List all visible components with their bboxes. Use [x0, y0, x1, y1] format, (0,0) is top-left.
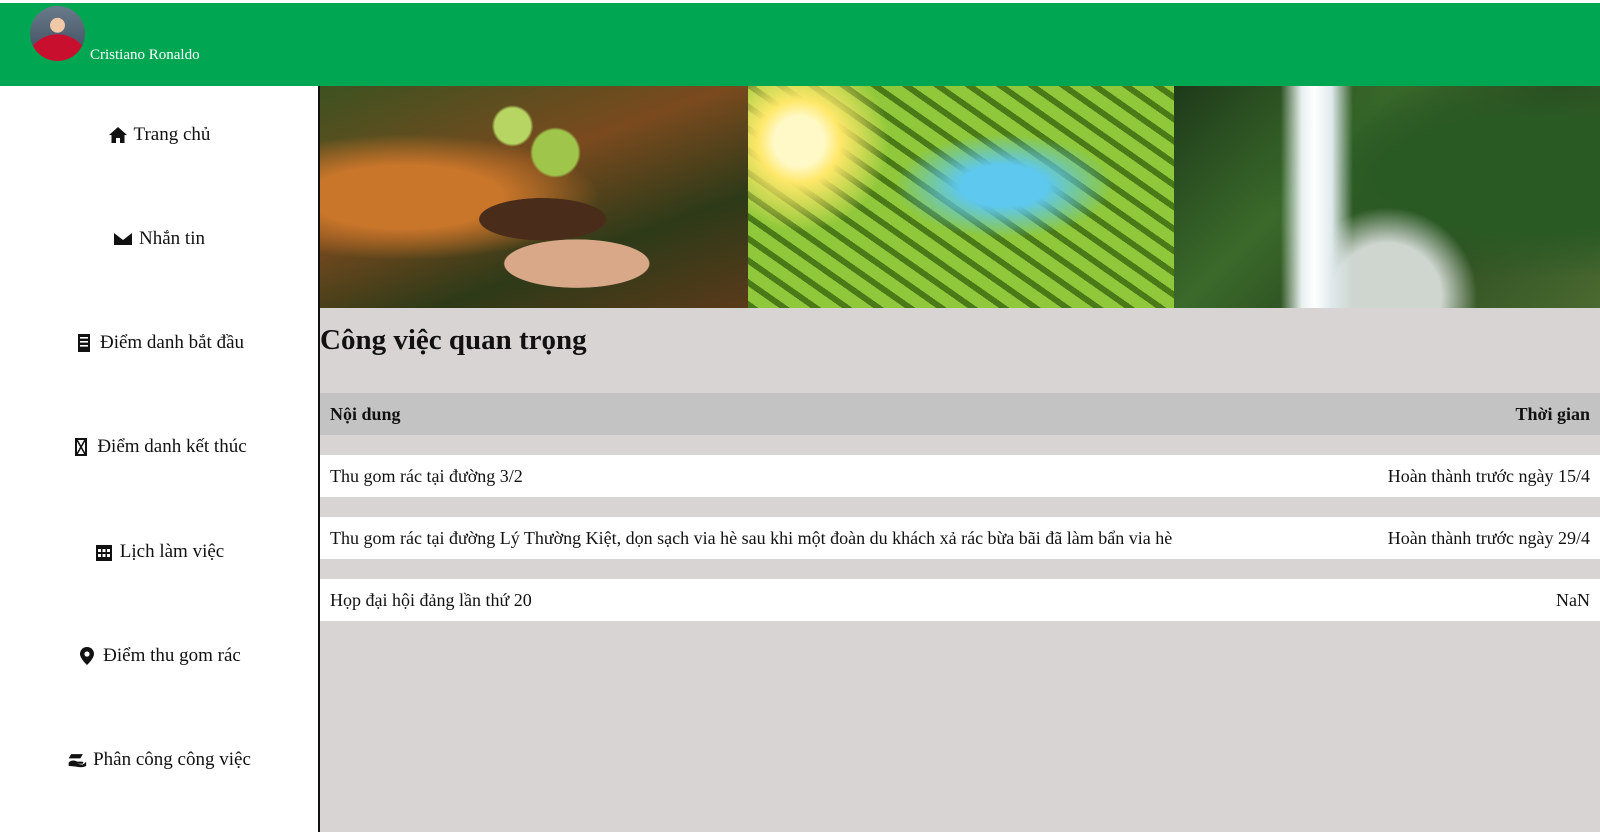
user-name[interactable]: Cristiano Ronaldo — [90, 47, 200, 64]
sidebar-item-trang-chu[interactable]: Trang chủ — [0, 124, 318, 146]
banner-gallery — [320, 86, 1600, 308]
sidebar-nav: Trang chủ Nhắn tin Điểm danh bắt đầu Điể… — [0, 86, 320, 832]
task-deadline: Hoàn thành trước ngày 29/4 — [1387, 528, 1590, 548]
column-header-content: Nội dung — [330, 404, 401, 424]
sidebar-item-label: Điểm thu gom rác — [103, 645, 241, 666]
sidebar-item-label: Nhắn tin — [139, 228, 205, 249]
clipboard-icon — [77, 334, 90, 352]
main-content: Công việc quan trọng Nội dung Thời gian … — [320, 308, 1600, 832]
task-content: Họp đại hội đảng lần thứ 20 — [330, 590, 532, 610]
user-avatar[interactable] — [30, 6, 85, 61]
sidebar-item-label: Trang chủ — [133, 124, 211, 145]
sidebar-item-label: Điểm danh bắt đầu — [99, 332, 245, 353]
envelope-icon — [114, 233, 133, 245]
banner-image-forest — [748, 86, 1174, 308]
table-row[interactable]: Họp đại hội đảng lần thứ 20 NaN — [320, 579, 1600, 621]
calendar-icon — [95, 545, 112, 561]
top-header-bar: Cristiano Ronaldo — [0, 0, 1600, 86]
page-title: Công việc quan trọng — [320, 324, 587, 356]
sidebar-item-diem-danh-ket-thuc[interactable]: Điểm danh kết thúc — [0, 436, 318, 458]
banner-image-waterfall — [1174, 86, 1600, 308]
home-icon — [108, 127, 127, 143]
table-header: Nội dung Thời gian — [320, 393, 1600, 435]
task-deadline: Hoàn thành trước ngày 15/4 — [1387, 466, 1590, 486]
sidebar-item-label: Lịch làm việc — [119, 541, 225, 562]
task-deadline: NaN — [1556, 590, 1590, 610]
sidebar-item-nhan-tin[interactable]: Nhắn tin — [0, 228, 318, 250]
sidebar-item-label: Điểm danh kết thúc — [97, 436, 247, 457]
table-row[interactable]: Thu gom rác tại đường Lý Thường Kiệt, dọ… — [320, 517, 1600, 559]
sidebar-item-phan-cong-cong-viec[interactable]: Phân công công việc — [0, 749, 318, 771]
task-content: Thu gom rác tại đường Lý Thường Kiệt, dọ… — [330, 528, 1173, 548]
sidebar-item-label: Phân công công việc — [93, 749, 251, 770]
map-pin-icon — [80, 647, 95, 665]
banner-image-seedling — [320, 86, 748, 308]
sidebar-item-lich-lam-viec[interactable]: Lịch làm việc — [0, 541, 318, 563]
column-header-time: Thời gian — [1515, 404, 1591, 424]
sidebar-item-diem-danh-bat-dau[interactable]: Điểm danh bắt đầu — [0, 332, 318, 354]
task-content: Thu gom rác tại đường 3/2 — [330, 466, 523, 486]
hand-holding-icon — [68, 754, 87, 768]
sidebar-item-diem-thu-gom-rac[interactable]: Điểm thu gom rác — [0, 645, 318, 667]
table-row[interactable]: Thu gom rác tại đường 3/2 Hoàn thành trư… — [320, 455, 1600, 497]
hourglass-icon — [75, 438, 88, 456]
